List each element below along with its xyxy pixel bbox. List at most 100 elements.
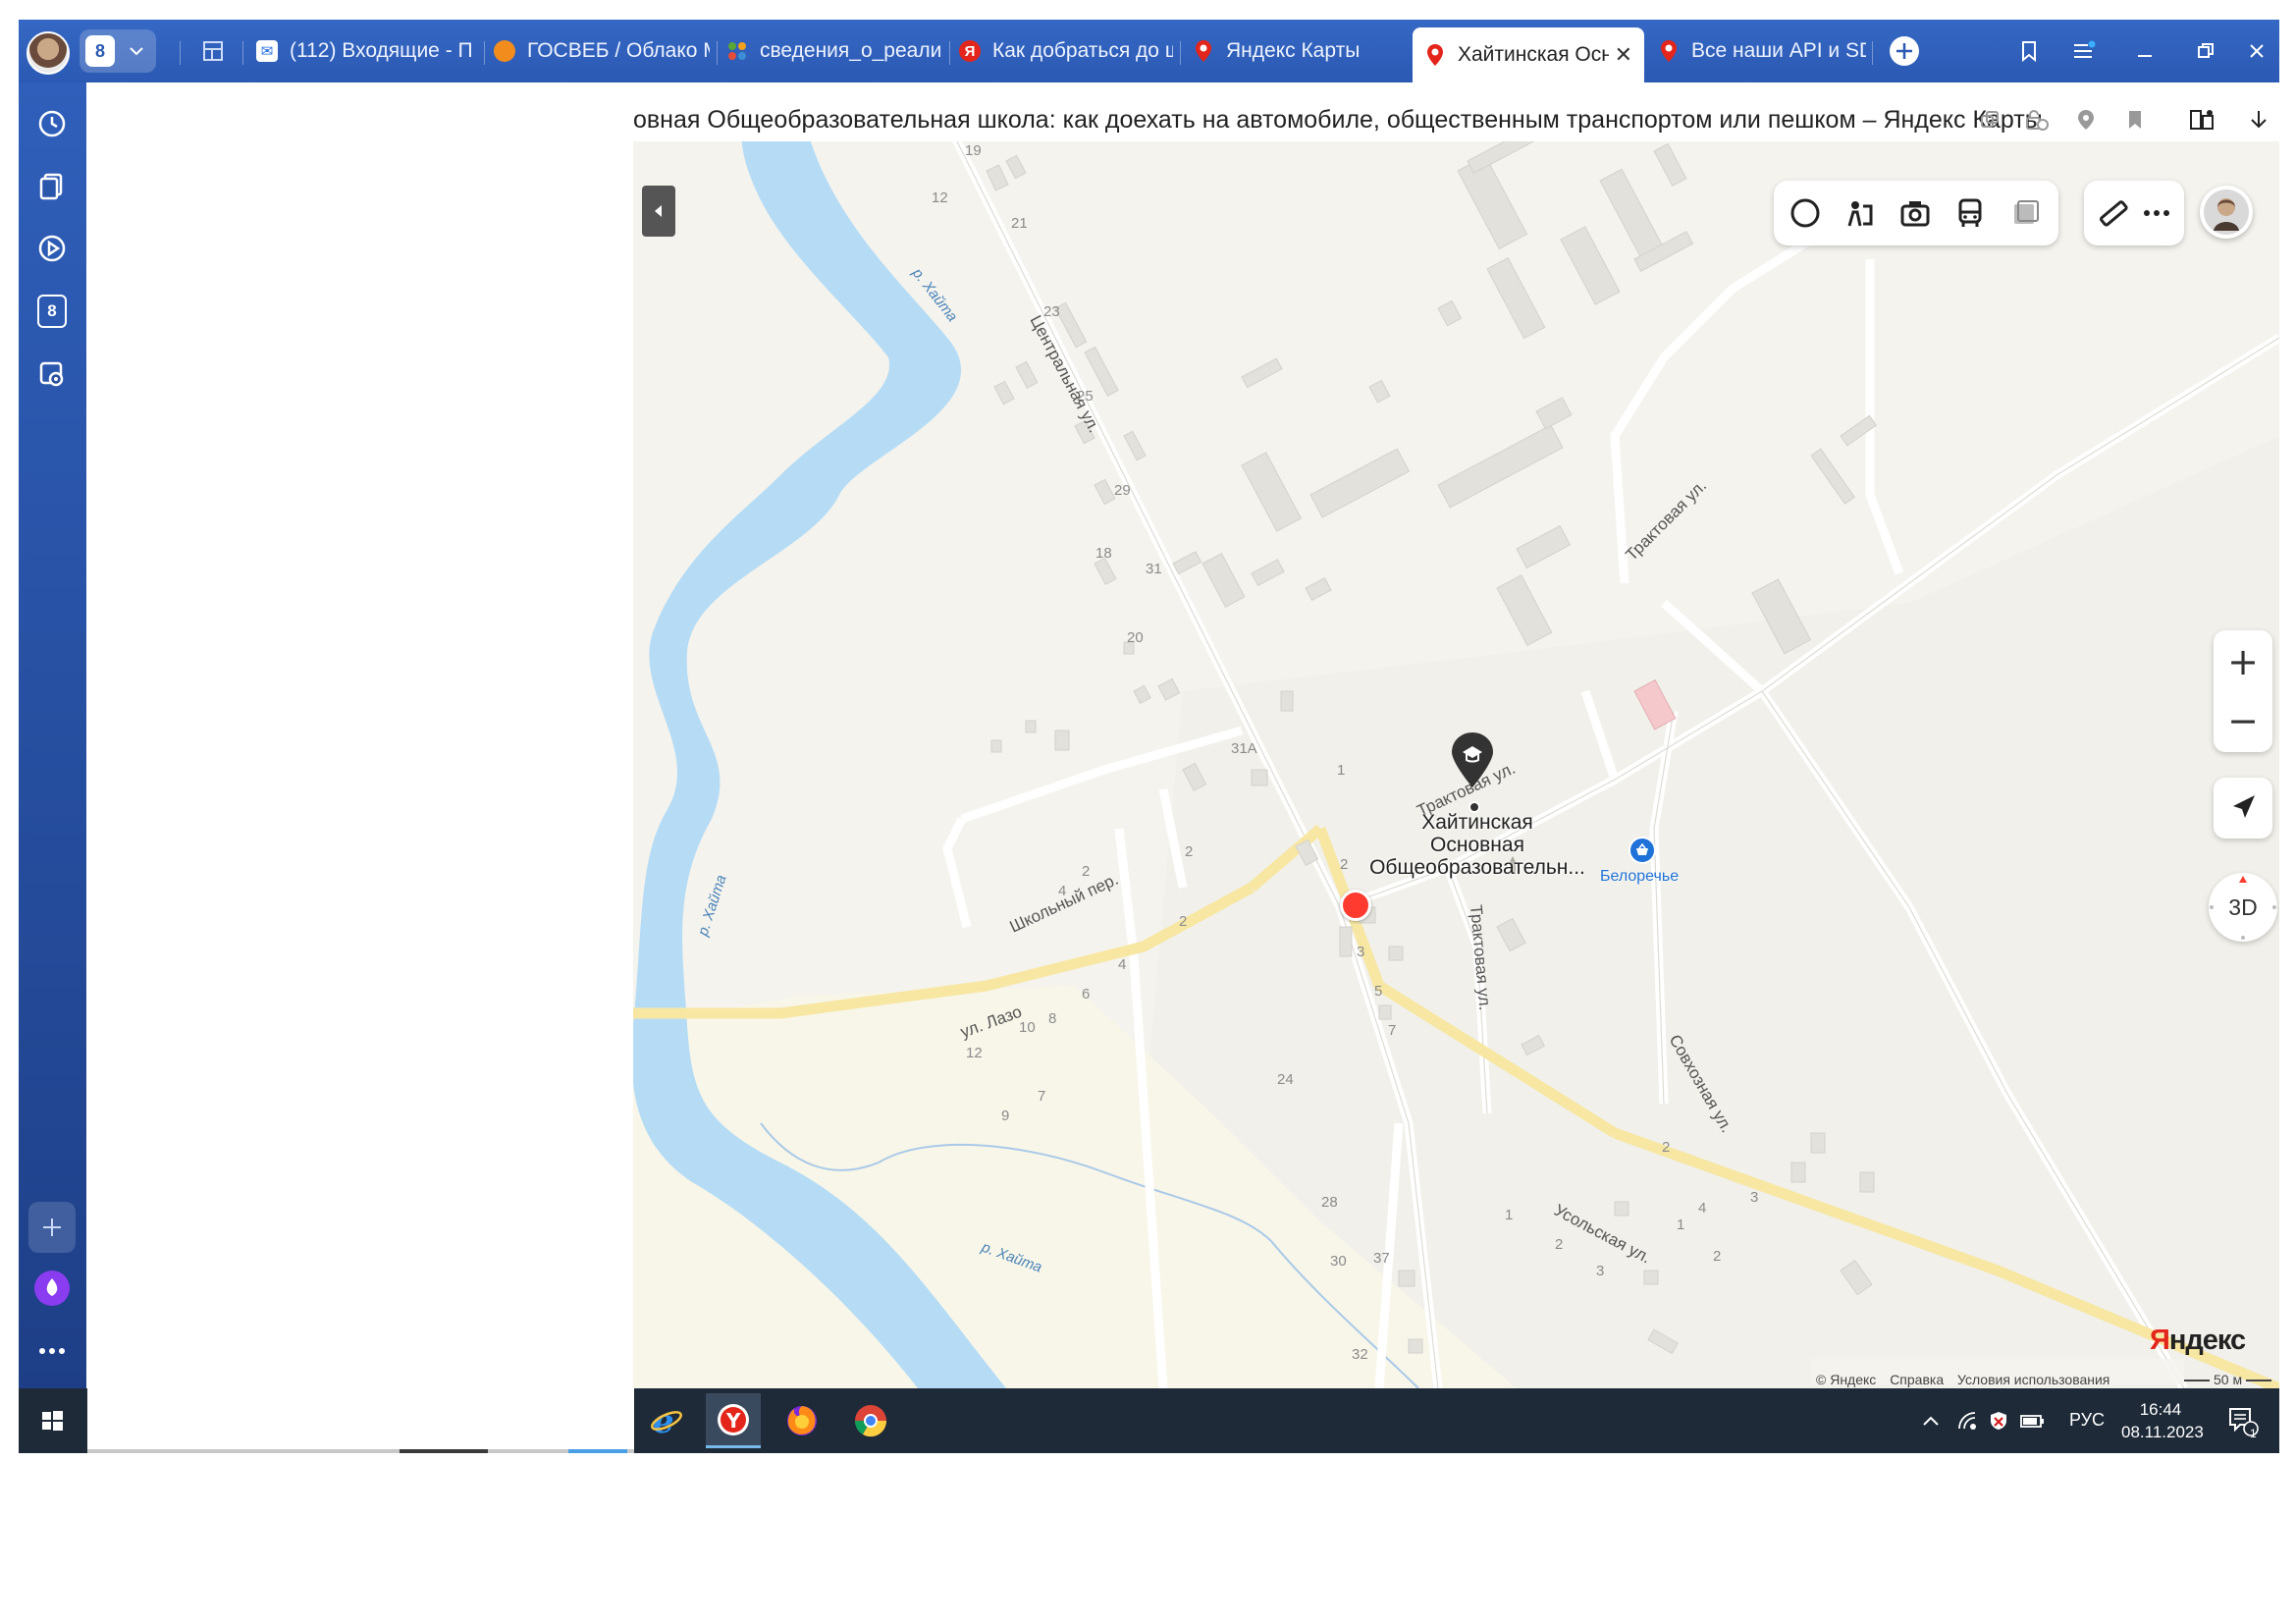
bookmarks-panel-icon[interactable] (2011, 33, 2047, 69)
svg-text:1: 1 (1337, 762, 1345, 779)
svg-text:10: 10 (1019, 1019, 1036, 1036)
clock-date: 08.11.2023 (2121, 1423, 2204, 1441)
yandex-browser-icon[interactable]: Y (706, 1393, 761, 1448)
tray-chevron-up-icon[interactable] (1911, 1393, 1950, 1448)
basket-icon[interactable] (1629, 837, 1656, 864)
more-icon[interactable] (30, 1329, 74, 1373)
collapse-panel-button[interactable] (642, 186, 675, 237)
photo-icon[interactable] (1897, 195, 1933, 231)
bookmark-icon[interactable] (2117, 102, 2153, 137)
chrome-icon[interactable] (843, 1393, 898, 1448)
reader-icon[interactable] (2184, 102, 2219, 137)
map-layers-icon[interactable] (2007, 195, 2043, 231)
tab-title: ГОСВЕБ / Облако М (527, 39, 710, 62)
page-title: овная Общеобразовательная школа: как дое… (633, 106, 2043, 134)
svg-text:2: 2 (1340, 856, 1348, 873)
copy-link-icon[interactable] (1972, 102, 2007, 137)
traffic-icon[interactable] (1788, 195, 1823, 231)
browser-tab[interactable]: Я Как добраться до ш (959, 27, 1173, 75)
ruler-icon[interactable] (2096, 195, 2131, 231)
poi-name-line: Общеобразовательн... (1369, 856, 1585, 879)
side-panel (86, 82, 633, 1453)
profile-avatar[interactable] (27, 31, 70, 75)
svg-text:30: 30 (1330, 1253, 1347, 1270)
browser-tab[interactable]: ✉ (112) Входящие - П (256, 27, 477, 75)
firefox-icon[interactable] (774, 1393, 829, 1448)
3d-view-button[interactable]: 3D (2209, 873, 2277, 942)
joomla-icon (726, 40, 748, 62)
taskbar-indicator (400, 1449, 488, 1453)
svg-text:28: 28 (1321, 1194, 1338, 1211)
new-tab-button[interactable] (1887, 33, 1922, 69)
chevron-down-icon[interactable] (125, 39, 148, 63)
tab-groups-icon[interactable] (195, 33, 231, 69)
panorama-icon[interactable] (1842, 195, 1878, 231)
terms-link[interactable]: Условия использования (1957, 1372, 2109, 1387)
map-layers-toolbar (1774, 181, 2058, 245)
svg-text:29: 29 (1114, 482, 1131, 499)
tab-title: Все наши API и SDK (1691, 39, 1866, 62)
mail-icon: ✉ (256, 40, 278, 62)
copyright-bar: © Яндекс Справка Условия использования (1816, 1372, 2119, 1387)
minimize-icon[interactable] (2127, 33, 2163, 69)
browser-tab[interactable]: Все наши API и SDK (1658, 27, 1866, 75)
browser-tab[interactable]: Яндекс Карты (1193, 27, 1399, 75)
tab-counter-button[interactable]: 8 (80, 29, 156, 73)
svg-text:Y: Y (725, 1409, 741, 1433)
taskbar-divider (87, 1449, 634, 1453)
svg-text:18: 18 (1095, 545, 1112, 562)
geolocation-button[interactable] (2214, 778, 2272, 839)
copyright-text: © Яндекс (1816, 1372, 1877, 1387)
add-panel-button[interactable] (28, 1202, 76, 1253)
battery-icon[interactable] (2013, 1393, 2053, 1448)
system-clock[interactable]: 16:44 08.11.2023 (2121, 1398, 2204, 1443)
notifications-icon[interactable]: 1 (2219, 1393, 2267, 1448)
help-link[interactable]: Справка (1890, 1372, 1944, 1387)
protect-icon[interactable] (2019, 102, 2055, 137)
browser-tab[interactable]: сведения_о_реализ (726, 27, 942, 75)
browser-tab-active[interactable]: Хайтинская Осно ✕ (1413, 27, 1644, 82)
tab-counter-icon[interactable]: 8 (30, 290, 74, 333)
collections-icon[interactable] (30, 164, 74, 207)
zoom-out-button[interactable]: − (2214, 691, 2272, 750)
svg-text:20: 20 (1127, 629, 1144, 646)
input-language[interactable]: РУС (2069, 1410, 2105, 1431)
svg-text:4: 4 (1118, 956, 1126, 973)
location-icon[interactable] (2068, 102, 2104, 137)
svg-text:12: 12 (932, 189, 948, 206)
zoom-in-button[interactable]: + (2214, 632, 2272, 691)
close-tab-icon[interactable]: ✕ (1615, 42, 1632, 68)
browser-tab-strip: 8 ✉ (112) Входящие - П ГОСВЕБ / Облако М… (19, 20, 2279, 82)
screenshot-icon[interactable] (30, 352, 74, 396)
video-icon[interactable] (30, 227, 74, 270)
windows-start-icon[interactable] (25, 1393, 80, 1448)
alice-assistant-icon[interactable] (30, 1267, 74, 1310)
transit-icon[interactable] (1952, 195, 1988, 231)
map-pin-icon (1193, 40, 1214, 62)
menu-icon[interactable] (2066, 33, 2102, 69)
logo-rest: ндекс (2168, 1325, 2246, 1356)
map-pin-icon (1658, 40, 1680, 62)
svg-text:2: 2 (1185, 843, 1193, 860)
school-pin[interactable] (1450, 731, 1495, 789)
yandex-icon: Я (959, 40, 981, 62)
internet-explorer-icon[interactable]: e (639, 1393, 694, 1448)
more-options-icon[interactable] (2139, 195, 2174, 231)
svg-text:2: 2 (1713, 1248, 1721, 1265)
svg-text:1: 1 (1677, 1217, 1684, 1233)
shop-label[interactable]: Белоречье (1600, 868, 1679, 886)
wifi-icon[interactable] (1950, 1393, 1984, 1448)
poi-label[interactable]: Хайтинская Основная Общеобразовательн... (1360, 811, 1595, 879)
download-icon[interactable] (2241, 102, 2276, 137)
security-shield-icon[interactable] (1982, 1393, 2015, 1448)
history-icon[interactable] (30, 102, 74, 145)
tab-title: (112) Входящие - П (290, 39, 473, 62)
map-canvas[interactable]: 19 12 21 23 25 29 18 31 20 31А 1 2 2 2 4… (633, 141, 2279, 1388)
browser-tab[interactable]: ГОСВЕБ / Облако М (494, 27, 710, 75)
close-window-icon[interactable] (2239, 33, 2274, 69)
user-avatar[interactable] (2200, 186, 2253, 239)
taskbar-search-area[interactable] (87, 1388, 634, 1453)
clock-time: 16:44 (2139, 1400, 2182, 1419)
selected-point-marker[interactable] (1340, 890, 1371, 921)
restore-icon[interactable] (2188, 33, 2223, 69)
